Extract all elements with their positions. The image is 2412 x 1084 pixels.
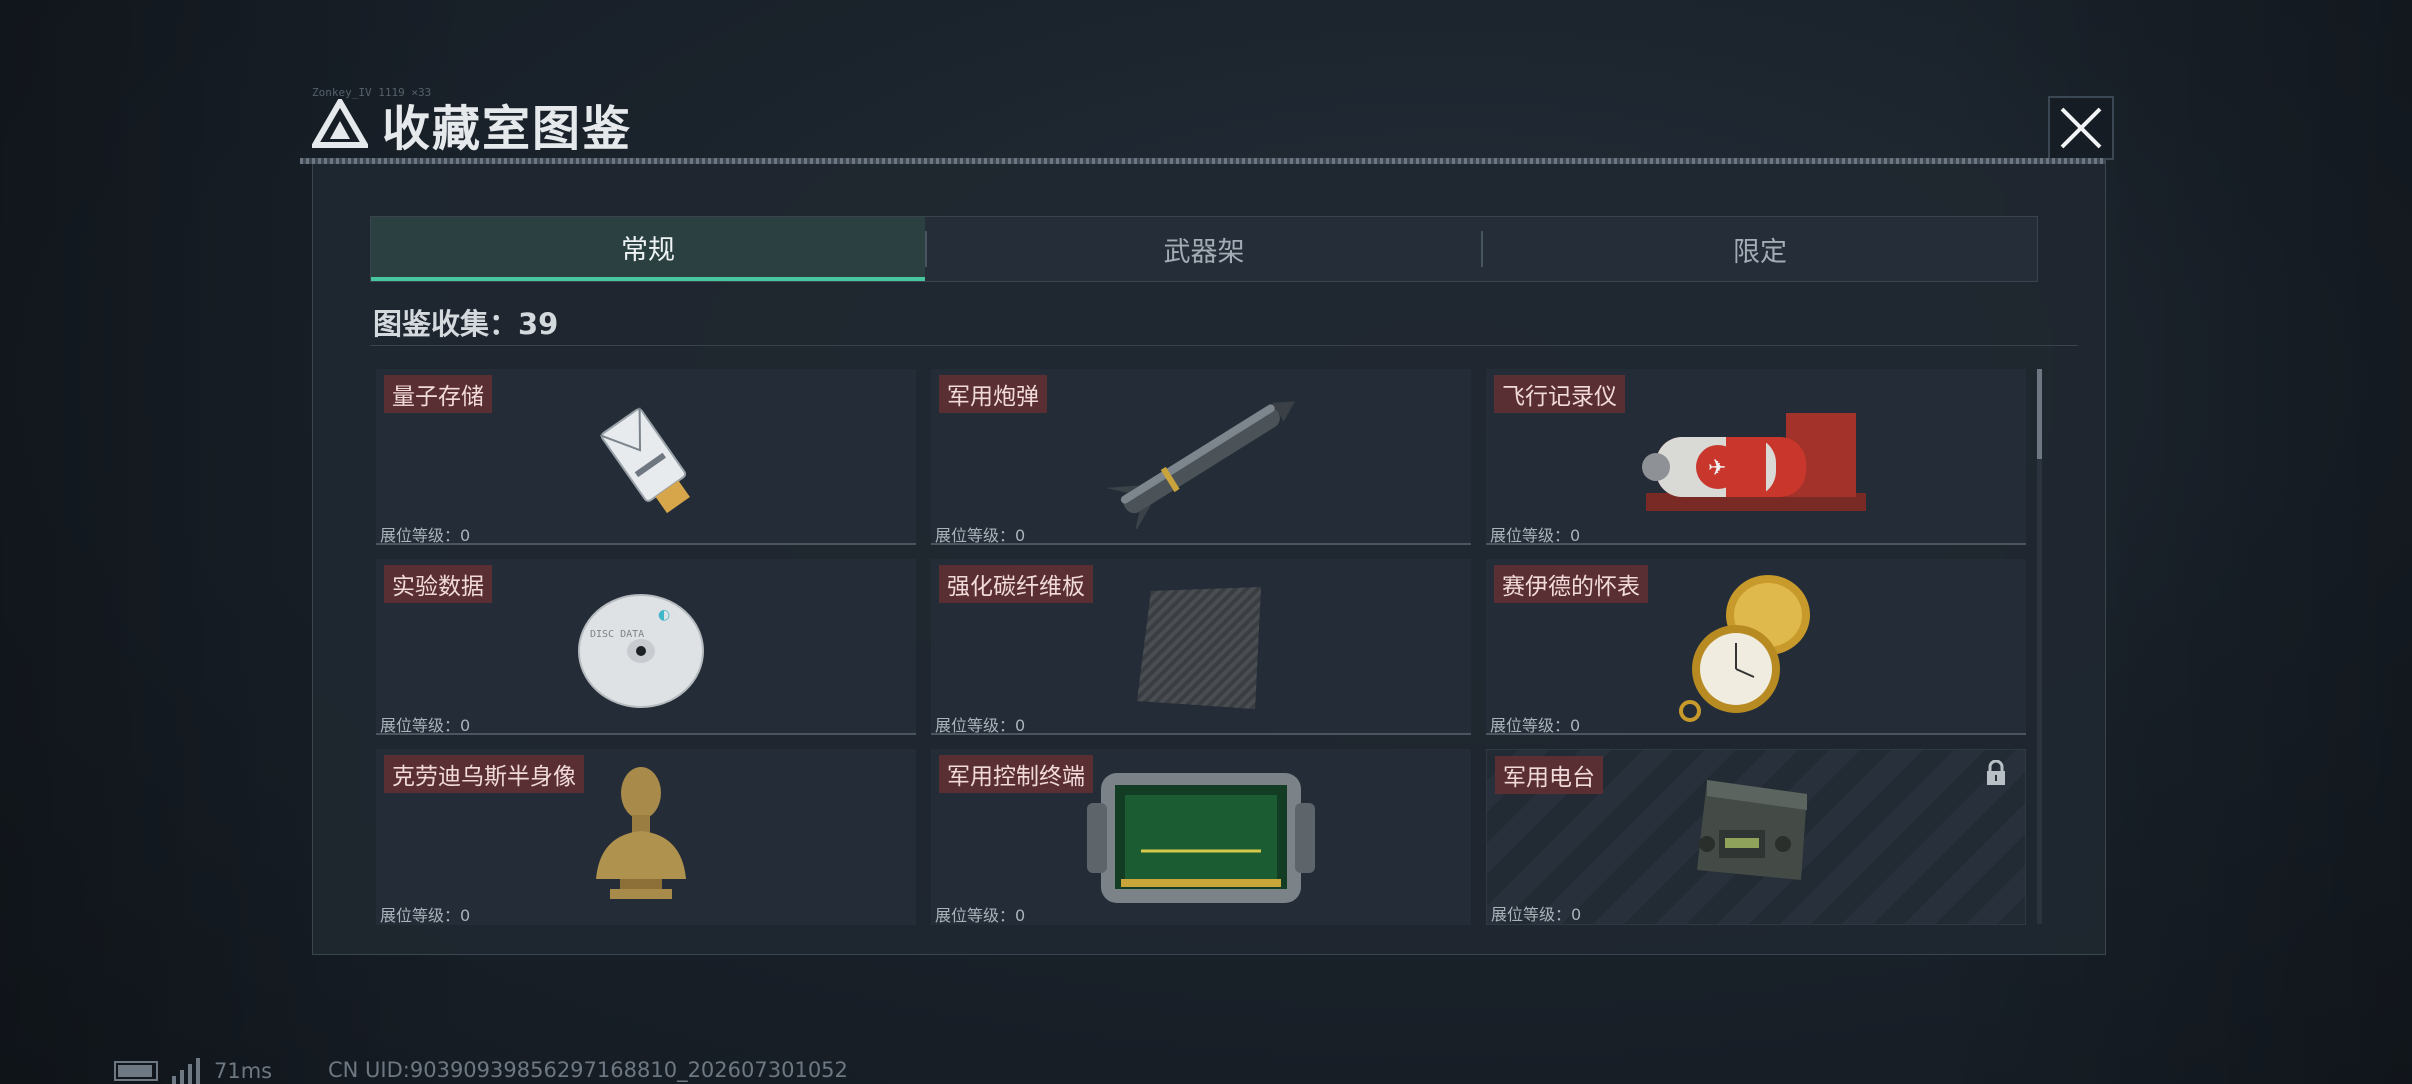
cd-disc-icon: DISC DATA ◐ [578,594,704,708]
item-card[interactable]: 量子存储 展位等级：0 [376,369,916,545]
window-title-bar: 收藏室图鉴 [312,92,633,157]
svg-text:◐: ◐ [658,607,670,623]
item-level: 展位等级：0 [935,906,1026,925]
bust-statue-icon [596,767,686,899]
item-name: 克劳迪乌斯半身像 [384,755,584,793]
collection-count: 图鉴收集：39 [373,307,559,341]
item-card[interactable]: 军用控制终端 展位等级：0 [931,749,1471,925]
item-level: 展位等级：0 [1491,905,1582,924]
status-bar: 71ms [114,1058,272,1084]
tab-weapon-rack[interactable]: 武器架 [927,217,1481,281]
military-radio-icon [1697,780,1807,880]
card-underline [931,543,1471,545]
carbon-plate-icon [1137,587,1261,709]
card-underline [376,543,916,545]
item-card[interactable]: ✈ 飞行记录仪 展位等级：0 [1486,369,2026,545]
card-underline [1486,543,2026,545]
item-level: 展位等级：0 [935,716,1026,735]
item-name: 军用电台 [1495,756,1603,794]
item-grid[interactable]: 量子存储 展位等级：0 军用炮弹 展位等级：0 ✈ 飞行记录仪 展位等级：0 D… [376,369,2036,947]
lock-icon [1987,760,2005,785]
ping-text: 71ms [214,1059,273,1083]
item-level: 展位等级：0 [1490,526,1581,545]
item-name: 飞行记录仪 [1494,375,1625,413]
close-button[interactable] [2048,96,2114,160]
panel-top-border [300,158,2106,164]
card-underline [1486,733,2026,735]
item-name: 量子存储 [384,375,492,413]
scrollbar[interactable] [2037,369,2042,924]
item-name: 赛伊德的怀表 [1494,565,1648,603]
svg-text:✈: ✈ [1708,456,1726,481]
svg-text:DISC DATA: DISC DATA [590,629,644,640]
item-card[interactable]: 赛伊德的怀表 展位等级：0 [1486,559,2026,735]
page-title: 收藏室图鉴 [382,101,633,157]
card-underline [376,733,916,735]
tab-regular[interactable]: 常规 [371,217,925,281]
item-name: 实验数据 [384,565,492,603]
item-card[interactable]: DISC DATA ◐ 实验数据 展位等级：0 [376,559,916,735]
item-level: 展位等级：0 [935,526,1026,545]
scroll-thumb[interactable] [2037,369,2042,459]
control-terminal-icon [1087,773,1315,903]
item-card[interactable]: 强化碳纤维板 展位等级：0 [931,559,1471,735]
item-level: 展位等级：0 [380,526,471,545]
missile-icon [1105,401,1295,529]
triangle-logo-icon [312,99,368,148]
pocket-watch-icon [1679,575,1810,722]
collection-panel: 常规 武器架 限定 图鉴收集：39 量子存储 展位等级：0 军用炮弹 展位等级：… [312,160,2106,955]
close-icon [2060,107,2102,149]
card-underline [931,733,1471,735]
item-card[interactable]: 克劳迪乌斯半身像 展位等级：0 [376,749,916,925]
item-card[interactable]: 军用炮弹 展位等级：0 [931,369,1471,545]
item-card-locked[interactable]: 军用电台 展位等级：0 [1486,749,2026,925]
tab-limited[interactable]: 限定 [1483,217,2037,281]
item-name: 强化碳纤维板 [939,565,1093,603]
uid-text: CN UID:9039093985629716881​0_20260730105… [328,1058,848,1082]
flight-recorder-icon: ✈ [1642,413,1866,511]
battery-icon [114,1061,158,1081]
signal-icon [172,1058,200,1084]
item-level: 展位等级：0 [380,716,471,735]
item-level: 展位等级：0 [1490,716,1581,735]
item-name: 军用控制终端 [939,755,1093,793]
item-name: 军用炮弹 [939,375,1047,413]
tab-bar: 常规 武器架 限定 [370,216,2038,282]
usb-drive-icon [599,407,690,514]
divider [370,345,2078,346]
item-level: 展位等级：0 [380,906,471,925]
